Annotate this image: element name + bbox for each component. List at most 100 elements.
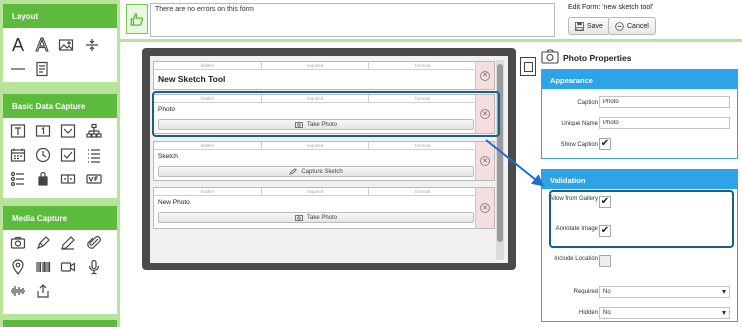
camera-icon[interactable] xyxy=(9,234,27,252)
media-capture-title: Media Capture xyxy=(3,206,117,230)
unique-name-label: Unique Name xyxy=(561,121,598,127)
show-caption-label: Show Caption xyxy=(560,142,598,148)
time-icon[interactable] xyxy=(34,146,52,164)
cancel-icon xyxy=(615,21,624,31)
take-photo-button[interactable]: Take Photo xyxy=(158,212,474,223)
sketch-icon[interactable] xyxy=(34,234,52,252)
cancel-button[interactable]: Cancel xyxy=(608,17,656,35)
include-location-checkbox[interactable] xyxy=(599,255,611,267)
capture-sketch-button[interactable]: Capture Sketch xyxy=(158,166,474,177)
save-button[interactable]: Save xyxy=(568,17,610,35)
field-label: Photo xyxy=(158,106,175,113)
chevron-down-icon xyxy=(722,311,726,315)
panel-toggle-button[interactable] xyxy=(520,57,536,76)
caption-input[interactable] xyxy=(599,96,730,108)
error-message-box[interactable]: There are no errors on this form xyxy=(150,3,555,37)
required-value: No xyxy=(603,289,611,295)
spacer-icon[interactable] xyxy=(9,60,27,78)
flag-required[interactable]: required xyxy=(262,95,370,102)
delete-field-button[interactable]: ✕ xyxy=(475,188,494,228)
date-icon[interactable] xyxy=(9,146,27,164)
delete-field-button[interactable]: ✕ xyxy=(475,95,494,133)
delete-field-button[interactable]: ✕ xyxy=(475,62,494,89)
camera-icon xyxy=(294,122,303,128)
flag-hidden[interactable]: hidden xyxy=(154,142,262,149)
slider-icon[interactable] xyxy=(59,170,77,188)
required-label: Required xyxy=(573,289,598,295)
capture-sketch-label: Capture Sketch xyxy=(301,168,343,175)
basic-data-capture-panel: Basic Data Capture xyxy=(3,94,117,198)
top-bar: There are no errors on this form Edit Fo… xyxy=(120,0,742,42)
take-photo-button[interactable]: Take Photo xyxy=(158,119,474,130)
canvas-scrollbar[interactable] xyxy=(496,60,504,260)
close-icon: ✕ xyxy=(480,203,490,213)
delete-field-button[interactable]: ✕ xyxy=(475,142,494,180)
sketch-icon xyxy=(289,168,298,175)
location-icon[interactable] xyxy=(9,258,27,276)
camera-icon xyxy=(294,215,303,221)
flag-required[interactable]: required xyxy=(262,188,370,195)
validation-section: Validation Allow from Gallery ✔ Annotate… xyxy=(541,169,738,322)
required-select[interactable]: No xyxy=(599,286,730,298)
form-field-photo[interactable]: hidden required formula Photo Take Photo… xyxy=(153,94,495,134)
dropdown-icon[interactable] xyxy=(59,122,77,140)
video-icon[interactable] xyxy=(59,258,77,276)
flag-required[interactable]: required xyxy=(262,142,370,149)
flag-formula[interactable]: formula xyxy=(369,95,476,102)
flag-required[interactable]: required xyxy=(262,62,370,69)
allow-gallery-checkbox[interactable]: ✔ xyxy=(599,196,611,208)
form-field-new-photo[interactable]: hidden required formula New Photo Take P… xyxy=(153,187,495,229)
number-field-icon[interactable] xyxy=(34,122,52,140)
hidden-select[interactable]: No xyxy=(599,307,730,319)
field-label: New Photo xyxy=(158,199,190,206)
scrollbar-thumb[interactable] xyxy=(497,64,503,242)
barcode-lock-icon[interactable] xyxy=(34,170,52,188)
list-icon[interactable] xyxy=(85,146,103,164)
radio-list-icon[interactable] xyxy=(9,170,27,188)
image-icon[interactable] xyxy=(57,36,75,54)
form-field-sketch[interactable]: hidden required formula Sketch Capture S… xyxy=(153,141,495,181)
flag-formula[interactable]: formula xyxy=(369,188,476,195)
form-field-title[interactable]: hidden required formula New Sketch Tool … xyxy=(153,61,495,90)
close-icon: ✕ xyxy=(480,109,490,119)
appearance-heading: Appearance xyxy=(542,70,737,89)
pen-icon[interactable] xyxy=(59,234,77,252)
show-caption-checkbox[interactable]: ✔ xyxy=(599,138,611,150)
flag-hidden[interactable]: hidden xyxy=(154,95,262,102)
hidden-label: Hidden xyxy=(578,310,598,316)
flag-hidden[interactable]: hidden xyxy=(154,188,262,195)
flag-hidden[interactable]: hidden xyxy=(154,62,262,69)
field-flags: hidden required formula xyxy=(154,62,476,70)
attachment-icon[interactable] xyxy=(85,234,103,252)
export-icon[interactable] xyxy=(34,282,52,300)
checkbox-icon[interactable] xyxy=(59,146,77,164)
field-flags: hidden required formula xyxy=(154,188,476,196)
annotate-image-checkbox[interactable]: ✔ xyxy=(599,225,611,237)
field-flags: hidden required formula xyxy=(154,95,476,103)
layout-panel: Layout A A xyxy=(3,4,117,82)
hierarchy-icon[interactable] xyxy=(85,122,103,140)
text-field-icon[interactable] xyxy=(9,122,27,140)
page-icon[interactable] xyxy=(33,60,51,78)
take-photo-label: Take Photo xyxy=(306,214,338,221)
barcode-icon[interactable] xyxy=(34,258,52,276)
allow-gallery-label: Allow from Gallery xyxy=(549,196,598,202)
audio-wave-icon[interactable] xyxy=(9,282,27,300)
flag-formula[interactable]: formula xyxy=(369,62,476,69)
unique-name-input[interactable] xyxy=(599,117,730,129)
chevron-down-icon xyxy=(722,290,726,294)
field-label: Sketch xyxy=(158,153,178,160)
save-label: Save xyxy=(587,22,603,30)
yes-no-icon[interactable] xyxy=(85,170,103,188)
flag-formula[interactable]: formula xyxy=(369,142,476,149)
field-flags: hidden required formula xyxy=(154,142,476,150)
divider-icon[interactable] xyxy=(83,36,101,54)
save-icon xyxy=(575,21,584,31)
text-large-icon[interactable]: A xyxy=(9,35,27,55)
microphone-icon[interactable] xyxy=(85,258,103,276)
text-outline-icon[interactable]: A xyxy=(33,34,51,55)
hidden-value: No xyxy=(603,310,611,316)
appearance-section: Appearance Caption Unique Name Show Capt… xyxy=(541,69,738,159)
take-photo-label: Take Photo xyxy=(306,121,338,128)
basic-data-capture-title: Basic Data Capture xyxy=(3,94,117,118)
